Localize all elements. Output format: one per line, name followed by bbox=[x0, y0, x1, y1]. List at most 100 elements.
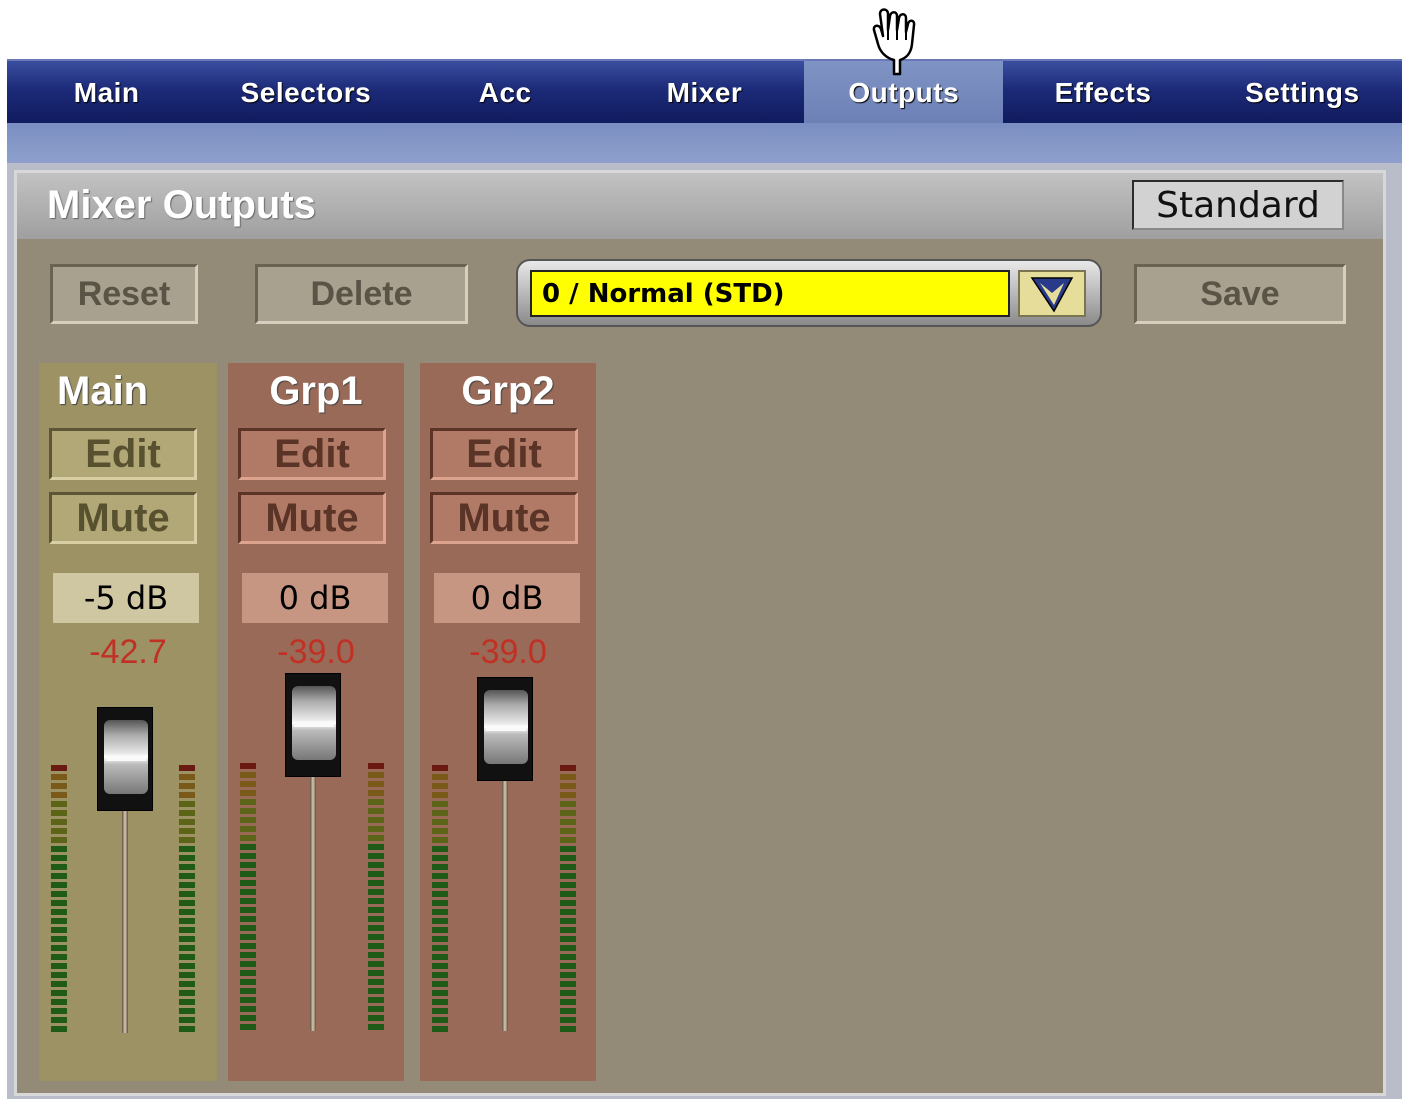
meter-segment bbox=[179, 945, 195, 951]
meter-segment bbox=[560, 1008, 576, 1014]
meter-segment bbox=[240, 781, 256, 787]
meter-segment bbox=[432, 846, 448, 852]
gain-value[interactable]: 0 dB bbox=[434, 573, 580, 623]
meter-segment bbox=[560, 900, 576, 906]
meter-segment bbox=[179, 810, 195, 816]
meter-segment bbox=[179, 981, 195, 987]
meter-segment bbox=[432, 999, 448, 1005]
meter-segment bbox=[368, 790, 384, 796]
meter-segment bbox=[51, 1017, 67, 1023]
meter-segment bbox=[51, 963, 67, 969]
meter-segment bbox=[240, 934, 256, 940]
meter-segment bbox=[179, 900, 195, 906]
meter-segment bbox=[179, 774, 195, 780]
channel-name: Grp1 bbox=[269, 369, 363, 413]
meter-segment bbox=[560, 891, 576, 897]
meter-segment bbox=[240, 853, 256, 859]
meter-segment bbox=[560, 918, 576, 924]
meter-segment bbox=[560, 882, 576, 888]
preset-field[interactable]: 0 / Normal (STD) bbox=[530, 270, 1010, 317]
meter-segment bbox=[179, 1008, 195, 1014]
delete-button[interactable]: Delete bbox=[255, 264, 468, 324]
meter-segment bbox=[432, 936, 448, 942]
meter-segment bbox=[240, 889, 256, 895]
preset-dropdown-button[interactable] bbox=[1018, 270, 1086, 317]
meter-segment bbox=[179, 909, 195, 915]
meter-segment bbox=[560, 819, 576, 825]
tab-effects[interactable]: Effects bbox=[1003, 61, 1202, 125]
mute-button[interactable]: Mute bbox=[49, 492, 197, 544]
meter-segment bbox=[368, 880, 384, 886]
fader-knob[interactable] bbox=[97, 707, 153, 811]
meter-segment bbox=[240, 862, 256, 868]
meter-segment bbox=[240, 1024, 256, 1030]
meter-segment bbox=[560, 864, 576, 870]
meter-segment bbox=[368, 916, 384, 922]
channel-name: Grp2 bbox=[461, 369, 555, 413]
meter-segment bbox=[179, 1017, 195, 1023]
meter-segment bbox=[51, 765, 67, 771]
meter-segment bbox=[368, 1024, 384, 1030]
meter-segment bbox=[432, 945, 448, 951]
mixer-outputs-panel: Mixer Outputs Standard Reset Delete 0 / … bbox=[14, 170, 1386, 1096]
edit-button[interactable]: Edit bbox=[238, 428, 386, 480]
meter-segment bbox=[240, 898, 256, 904]
tab-acc[interactable]: Acc bbox=[406, 61, 605, 125]
meter-segment bbox=[240, 997, 256, 1003]
meter-segment bbox=[432, 864, 448, 870]
mute-button[interactable]: Mute bbox=[430, 492, 578, 544]
meter-segment bbox=[432, 873, 448, 879]
meter-segment bbox=[432, 963, 448, 969]
meter-segment bbox=[368, 817, 384, 823]
edit-button[interactable]: Edit bbox=[430, 428, 578, 480]
meter-segment bbox=[240, 1015, 256, 1021]
meter-segment bbox=[368, 844, 384, 850]
meter-segment bbox=[560, 909, 576, 915]
save-button[interactable]: Save bbox=[1134, 264, 1346, 324]
meter-segment bbox=[179, 936, 195, 942]
tab-selectors[interactable]: Selectors bbox=[206, 61, 405, 125]
tab-main[interactable]: Main bbox=[7, 61, 206, 125]
edit-button[interactable]: Edit bbox=[49, 428, 197, 480]
meter-segment bbox=[432, 1026, 448, 1032]
meter-segment bbox=[560, 963, 576, 969]
meter-segment bbox=[432, 801, 448, 807]
standard-button[interactable]: Standard bbox=[1132, 180, 1344, 230]
meter-segment bbox=[368, 907, 384, 913]
meter-segment bbox=[179, 882, 195, 888]
tab-mixer[interactable]: Mixer bbox=[605, 61, 804, 125]
gain-value[interactable]: -5 dB bbox=[53, 573, 199, 623]
fader-knob[interactable] bbox=[477, 677, 533, 781]
gain-value[interactable]: 0 dB bbox=[242, 573, 388, 623]
meter-segment bbox=[51, 1008, 67, 1014]
meter-segment bbox=[368, 1006, 384, 1012]
hand-pointer-icon bbox=[872, 8, 916, 76]
meter-segment bbox=[179, 990, 195, 996]
meter-segment bbox=[51, 882, 67, 888]
fader-knob[interactable] bbox=[285, 673, 341, 777]
meter-segment bbox=[240, 1006, 256, 1012]
meter-segment bbox=[179, 837, 195, 843]
tab-settings[interactable]: Settings bbox=[1203, 61, 1402, 125]
meter-segment bbox=[240, 835, 256, 841]
meter-segment bbox=[179, 891, 195, 897]
mute-button[interactable]: Mute bbox=[238, 492, 386, 544]
meter-segment bbox=[560, 828, 576, 834]
level-meter-right bbox=[560, 765, 576, 1035]
meter-segment bbox=[368, 835, 384, 841]
meter-segment bbox=[240, 808, 256, 814]
meter-segment bbox=[432, 855, 448, 861]
meter-segment bbox=[51, 819, 67, 825]
meter-segment bbox=[560, 855, 576, 861]
meter-segment bbox=[432, 891, 448, 897]
meter-segment bbox=[240, 799, 256, 805]
meter-segment bbox=[240, 844, 256, 850]
panel-title: Mixer Outputs bbox=[47, 183, 316, 227]
level-meter-right bbox=[179, 765, 195, 1035]
meter-segment bbox=[432, 954, 448, 960]
meter-segment bbox=[368, 1015, 384, 1021]
meter-segment bbox=[240, 763, 256, 769]
meter-segment bbox=[368, 943, 384, 949]
reset-button[interactable]: Reset bbox=[50, 264, 198, 324]
meter-segment bbox=[179, 819, 195, 825]
